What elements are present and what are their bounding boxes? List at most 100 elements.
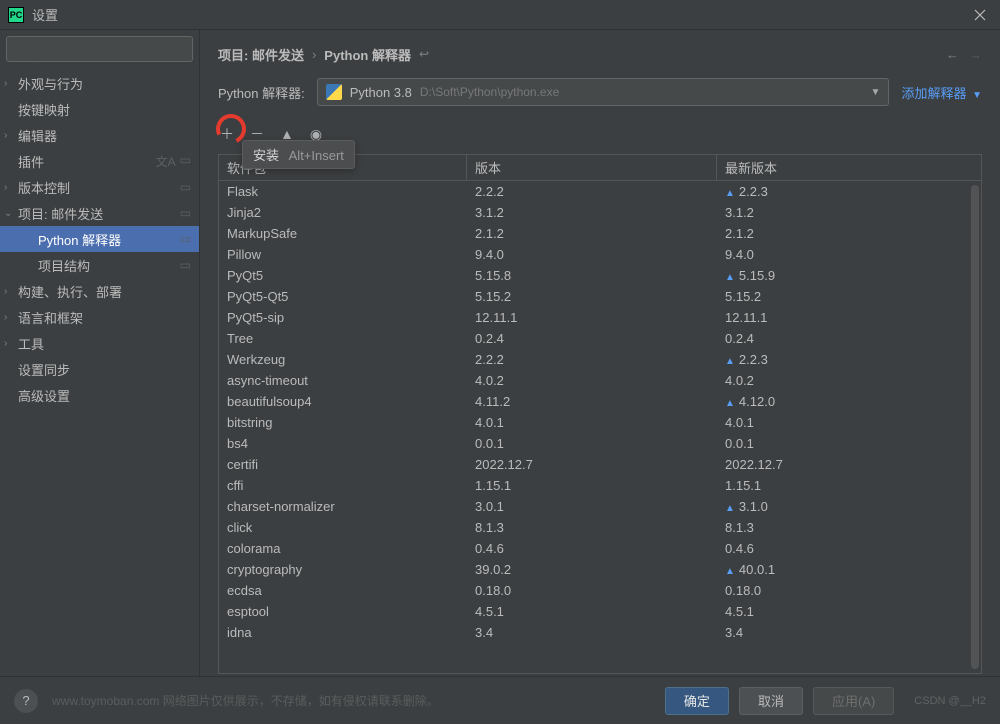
- cancel-button[interactable]: 取消: [739, 687, 803, 715]
- table-row[interactable]: MarkupSafe2.1.22.1.2: [219, 223, 981, 244]
- table-row[interactable]: certifi2022.12.72022.12.7: [219, 454, 981, 475]
- table-row[interactable]: esptool4.5.14.5.1: [219, 601, 981, 622]
- table-row[interactable]: bitstring4.0.14.0.1: [219, 412, 981, 433]
- cell-version: 4.0.2: [467, 373, 717, 388]
- interpreter-name: Python 3.8: [350, 85, 412, 100]
- header-version[interactable]: 版本: [467, 155, 717, 180]
- sidebar-item-label: 工具: [18, 334, 44, 353]
- sidebar-item[interactable]: ›工具: [0, 330, 199, 356]
- cell-latest: 8.1.3: [717, 520, 981, 535]
- window-title: 设置: [32, 5, 968, 24]
- breadcrumb-project: 项目: 邮件发送: [218, 45, 304, 64]
- apply-button[interactable]: 应用(A): [813, 687, 894, 715]
- cell-name: MarkupSafe: [219, 226, 467, 241]
- cell-latest: 0.2.4: [717, 331, 981, 346]
- sidebar-item[interactable]: ›编辑器: [0, 122, 199, 148]
- watermark-text: www.toymoban.com 网络图片仅供展示，不存储，如有侵权请联系删除。: [52, 692, 439, 709]
- table-row[interactable]: async-timeout4.0.24.0.2: [219, 370, 981, 391]
- project-scope-icon: ▭: [180, 232, 191, 246]
- language-icon: 文A: [156, 153, 176, 170]
- table-row[interactable]: ecdsa0.18.00.18.0: [219, 580, 981, 601]
- cell-version: 4.11.2: [467, 394, 717, 409]
- table-row[interactable]: PyQt55.15.8▲5.15.9: [219, 265, 981, 286]
- nav-back-icon[interactable]: ←: [946, 47, 959, 62]
- search-input[interactable]: [6, 36, 193, 62]
- table-row[interactable]: Flask2.2.2▲2.2.3: [219, 181, 981, 202]
- cell-name: charset-normalizer: [219, 499, 467, 514]
- reset-icon[interactable]: ↩: [419, 47, 429, 61]
- cell-version: 39.0.2: [467, 562, 717, 577]
- cell-latest: 9.4.0: [717, 247, 981, 262]
- help-button[interactable]: ?: [14, 689, 38, 713]
- sidebar-item[interactable]: Python 解释器▭: [0, 226, 199, 252]
- table-row[interactable]: cryptography39.0.2▲40.0.1: [219, 559, 981, 580]
- table-row[interactable]: Tree0.2.40.2.4: [219, 328, 981, 349]
- table-row[interactable]: Jinja23.1.23.1.2: [219, 202, 981, 223]
- sidebar-item[interactable]: 按键映射: [0, 96, 199, 122]
- sidebar-item[interactable]: ›语言和框架: [0, 304, 199, 330]
- package-table: 软件包 版本 最新版本 Flask2.2.2▲2.2.3Jinja23.1.23…: [218, 154, 982, 674]
- sidebar-item[interactable]: 设置同步: [0, 356, 199, 382]
- close-icon: [974, 9, 986, 21]
- table-row[interactable]: click8.1.38.1.3: [219, 517, 981, 538]
- scrollbar[interactable]: [971, 185, 979, 669]
- cell-latest: ▲40.0.1: [717, 562, 981, 577]
- close-button[interactable]: [968, 3, 992, 27]
- cell-latest: ▲2.2.3: [717, 352, 981, 367]
- table-row[interactable]: beautifulsoup44.11.2▲4.12.0: [219, 391, 981, 412]
- cell-latest: 4.0.1: [717, 415, 981, 430]
- table-row[interactable]: PyQt5-Qt55.15.25.15.2: [219, 286, 981, 307]
- table-row[interactable]: Werkzeug2.2.2▲2.2.3: [219, 349, 981, 370]
- chevron-down-icon: ⌄: [4, 208, 18, 219]
- python-icon: [326, 84, 342, 100]
- cell-latest: 2.1.2: [717, 226, 981, 241]
- cell-name: PyQt5-Qt5: [219, 289, 467, 304]
- update-available-icon: ▲: [725, 566, 735, 577]
- cell-name: click: [219, 520, 467, 535]
- interpreter-label: Python 解释器:: [218, 83, 305, 102]
- table-body[interactable]: Flask2.2.2▲2.2.3Jinja23.1.23.1.2 MarkupSa…: [219, 181, 981, 673]
- add-package-button[interactable]: ＋: [220, 124, 234, 144]
- project-scope-icon: ▭: [180, 258, 191, 272]
- sidebar: 🔍 ›外观与行为按键映射›编辑器插件文A▭›版本控制▭⌄项目: 邮件发送▭Pyt…: [0, 30, 200, 676]
- cell-latest: 2022.12.7: [717, 457, 981, 472]
- cell-name: cryptography: [219, 562, 467, 577]
- update-available-icon: ▲: [725, 356, 735, 367]
- cell-name: beautifulsoup4: [219, 394, 467, 409]
- table-row[interactable]: bs40.0.10.0.1: [219, 433, 981, 454]
- cell-version: 0.4.6: [467, 541, 717, 556]
- ok-button[interactable]: 确定: [665, 687, 729, 715]
- cell-name: PyQt5-sip: [219, 310, 467, 325]
- sidebar-item[interactable]: ›构建、执行、部署: [0, 278, 199, 304]
- nav-forward-icon[interactable]: →: [969, 47, 982, 62]
- update-available-icon: ▲: [725, 272, 735, 283]
- cell-name: PyQt5: [219, 268, 467, 283]
- table-row[interactable]: PyQt5-sip12.11.112.11.1: [219, 307, 981, 328]
- sidebar-item[interactable]: ›外观与行为: [0, 70, 199, 96]
- sidebar-item[interactable]: 高级设置: [0, 382, 199, 408]
- cell-version: 0.0.1: [467, 436, 717, 451]
- table-row[interactable]: cffi1.15.11.15.1: [219, 475, 981, 496]
- sidebar-item-label: 版本控制: [18, 178, 70, 197]
- chevron-right-icon: ›: [4, 286, 18, 297]
- table-row[interactable]: colorama0.4.60.4.6: [219, 538, 981, 559]
- cell-version: 5.15.2: [467, 289, 717, 304]
- package-toolbar: ＋ － ▲ ◉ 安装 Alt+Insert: [200, 120, 1000, 148]
- update-available-icon: ▲: [725, 398, 735, 409]
- cell-latest: 3.4: [717, 625, 981, 640]
- add-interpreter-link[interactable]: 添加解释器 ▼: [901, 83, 982, 102]
- interpreter-select[interactable]: Python 3.8 D:\Soft\Python\python.exe ▼: [317, 78, 890, 106]
- sidebar-item-label: 高级设置: [18, 386, 70, 405]
- sidebar-item[interactable]: ›版本控制▭: [0, 174, 199, 200]
- title-bar: PC 设置: [0, 0, 1000, 30]
- sidebar-item[interactable]: 插件文A▭: [0, 148, 199, 174]
- header-latest[interactable]: 最新版本: [717, 155, 981, 180]
- table-row[interactable]: charset-normalizer3.0.1▲3.1.0: [219, 496, 981, 517]
- cell-name: Jinja2: [219, 205, 467, 220]
- chevron-right-icon: ›: [4, 182, 18, 193]
- table-row[interactable]: idna3.43.4: [219, 622, 981, 643]
- sidebar-item[interactable]: ⌄项目: 邮件发送▭: [0, 200, 199, 226]
- sidebar-item[interactable]: 项目结构▭: [0, 252, 199, 278]
- table-row[interactable]: Pillow9.4.09.4.0: [219, 244, 981, 265]
- chevron-down-icon: ▼: [871, 87, 881, 98]
